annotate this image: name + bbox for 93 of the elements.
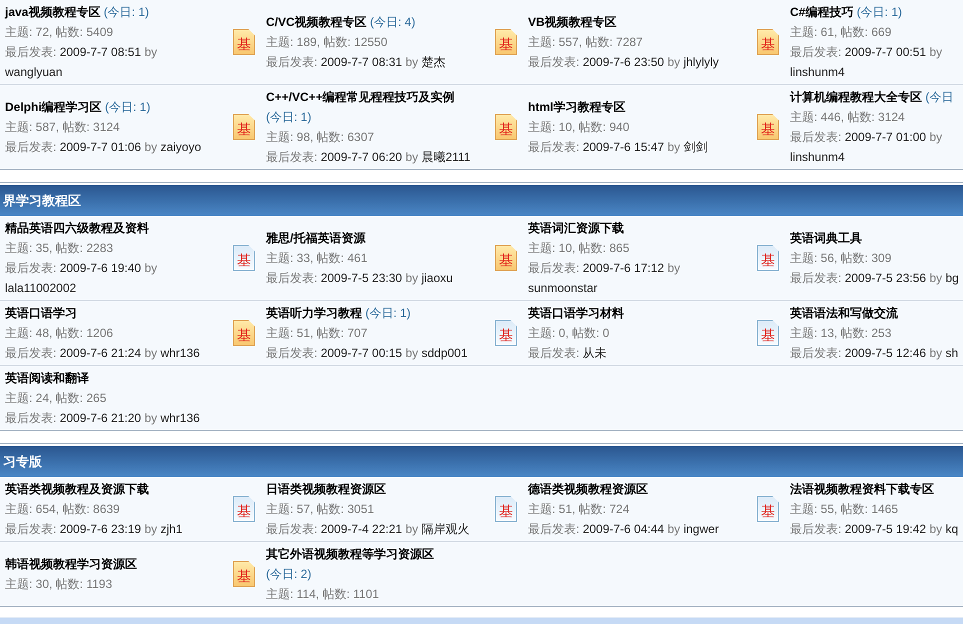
today-count: (今日: 2) [266, 567, 312, 581]
forum-link[interactable]: C#编程技巧 [790, 5, 854, 19]
today-count: (今日: 4) [370, 15, 416, 29]
forum-link[interactable]: 英语词汇资源下载 [528, 221, 624, 235]
last-post: 最后发表: 2009-7-7 01:00 by linshunm4 [790, 129, 944, 166]
forum-stats: 主题: 51, 帖数: 724 [528, 501, 630, 518]
forum-stats: 主题: 56, 帖数: 309 [790, 250, 892, 267]
forum-stats: 主题: 61, 帖数: 669 [790, 24, 892, 41]
last-post: 最后发表: 2009-7-6 21:20 by whr136 [5, 410, 201, 427]
last-post: 最后发表: 2009-7-7 00:51 by linshunm4 [790, 44, 944, 81]
forum-stats: 主题: 48, 帖数: 1206 [5, 325, 114, 342]
forum-link[interactable]: 英语语法和写做交流 [790, 306, 898, 320]
forum-stats: 主题: 189, 帖数: 12550 [266, 34, 388, 51]
forum-stats: 主题: 446, 帖数: 3124 [790, 109, 906, 126]
forum-link[interactable]: 英语听力学习教程 [266, 306, 362, 320]
forum-link[interactable]: C/VC视频教程专区 [266, 15, 367, 29]
forum-link[interactable]: 法语视频教程资料下载专区 [790, 482, 934, 496]
last-post: 最后发表: 2009-7-6 23:19 by zjh1 [5, 521, 184, 538]
forum-icon: 基 [233, 114, 255, 140]
last-post: 最后发表: 2009-7-6 17:12 by sunmoonstar [528, 260, 682, 297]
forum-stats: 主题: 55, 帖数: 1465 [790, 501, 900, 518]
last-post: 最后发表: 2009-7-7 06:20 by 晨曦2111 [266, 149, 472, 166]
forum-stats: 主题: 35, 帖数: 2283 [5, 240, 114, 257]
forum-link[interactable]: 精品英语四六级教程及资料 [5, 221, 149, 235]
last-post: 最后发表: 2009-7-7 08:31 by 楚杰 [266, 54, 446, 71]
forum-link[interactable]: 英语阅读和翻译 [5, 371, 89, 385]
forum-icon: 基 [233, 561, 255, 587]
last-post: 最后发表: 2009-7-7 01:06 by zaiyoyo [5, 139, 202, 156]
last-post: 最后发表: 2009-7-6 15:47 by 剑剑 [528, 139, 708, 156]
forum-link[interactable]: 英语口语学习 [5, 306, 77, 320]
last-post: 最后发表: 2009-7-7 08:51 by wanglyuan [5, 44, 158, 81]
last-post: 最后发表: 2009-7-4 22:21 by 隔岸观火 [266, 521, 470, 538]
last-post: 最后发表: 2009-7-5 23:30 by jiaoxu [266, 270, 454, 287]
forum-stats: 主题: 587, 帖数: 3124 [5, 119, 121, 136]
forum-icon: 基 [757, 320, 779, 346]
forum-link[interactable]: html学习教程专区 [528, 100, 626, 114]
last-post: 最后发表: 从未 [528, 345, 608, 362]
forum-link[interactable]: C++/VC++编程常见程程技巧及实例 [266, 90, 455, 104]
section-header: 界学习教程区 [0, 183, 963, 216]
forum-link[interactable]: 英语口语学习材料 [528, 306, 624, 320]
forum-link[interactable]: 英语词典工具 [790, 231, 862, 245]
today-count: (今日: 1) [856, 5, 902, 19]
forum-link[interactable]: 其它外语视频教程等学习资源区 [266, 547, 434, 561]
last-post: 最后发表: 2009-7-6 04:44 by ingwer [528, 521, 720, 538]
forum-stats: 主题: 24, 帖数: 265 [5, 390, 108, 407]
forum-link[interactable]: 计算机编程教程大全专区 [790, 90, 922, 104]
forum-stats: 主题: 30, 帖数: 1193 [5, 576, 114, 593]
forum-stats: 主题: 10, 帖数: 940 [528, 119, 630, 136]
today-count: (今日: 1) [266, 110, 312, 124]
forum-icon: 基 [495, 245, 517, 271]
forum-link[interactable]: java视频教程专区 [5, 5, 100, 19]
today-count: (今日: 1) [105, 100, 150, 114]
forum-link[interactable]: Delphi编程学习区 [5, 100, 102, 114]
forum-link[interactable]: 德语类视频教程资源区 [528, 482, 648, 496]
section-header: 习专版 [0, 444, 963, 477]
forum-stats: 主题: 0, 帖数: 0 [528, 325, 610, 342]
forum-icon: 基 [495, 320, 517, 346]
forum-stats: 主题: 57, 帖数: 3051 [266, 501, 376, 518]
last-post: 最后发表: 2009-7-6 19:40 by lala11002002 [5, 260, 158, 297]
forum-stats: 主题: 10, 帖数: 865 [528, 240, 630, 257]
today-count: (今日: 1) [365, 306, 411, 320]
today-count: (今日: 1) [104, 5, 150, 19]
last-post: 最后发表: 2009-7-5 12:46 by sh [790, 345, 960, 362]
forum-link[interactable]: 韩语视频教程学习资源区 [5, 557, 137, 571]
forum-link[interactable]: 英语类视频教程及资源下载 [5, 482, 149, 496]
forum-icon: 基 [233, 496, 255, 522]
forum-icon: 基 [233, 320, 255, 346]
forum-stats: 主题: 114, 帖数: 1101 [266, 586, 380, 603]
forum-stats: 主题: 98, 帖数: 6307 [266, 129, 376, 146]
forum-icon: 基 [757, 114, 779, 140]
last-post: 最后发表: 2009-7-5 23:56 by bg [790, 270, 960, 287]
forum-stats: 主题: 557, 帖数: 7287 [528, 34, 644, 51]
forum-link[interactable]: 雅思/托福英语资源 [266, 231, 366, 245]
forum-link[interactable]: VB视频教程专区 [528, 15, 617, 29]
last-post: 最后发表: 2009-7-7 00:15 by sddp001 [266, 345, 469, 362]
forum-icon: 基 [495, 29, 517, 55]
forum-icon: 基 [757, 496, 779, 522]
forum-link[interactable]: 日语类视频教程资源区 [266, 482, 386, 496]
last-post: 最后发表: 2009-7-5 19:42 by kq [790, 521, 960, 538]
forum-icon: 基 [233, 245, 255, 271]
forum-stats: 主题: 33, 帖数: 461 [266, 250, 368, 267]
forum-icon: 基 [495, 114, 517, 140]
forum-stats: 主题: 13, 帖数: 253 [790, 325, 892, 342]
forum-icon: 基 [757, 29, 779, 55]
forum-stats: 主题: 72, 帖数: 5409 [5, 24, 114, 41]
forum-icon: 基 [757, 245, 779, 271]
forum-icon: 基 [233, 29, 255, 55]
forum-stats: 主题: 654, 帖数: 8639 [5, 501, 121, 518]
forum-stats: 主题: 51, 帖数: 707 [266, 325, 368, 342]
last-post: 最后发表: 2009-7-6 21:24 by whr136 [5, 345, 201, 362]
today-count: (今日 [925, 90, 954, 104]
forum-icon: 基 [495, 496, 517, 522]
last-post: 最后发表: 2009-7-6 23:50 by jhlylyly [528, 54, 720, 71]
